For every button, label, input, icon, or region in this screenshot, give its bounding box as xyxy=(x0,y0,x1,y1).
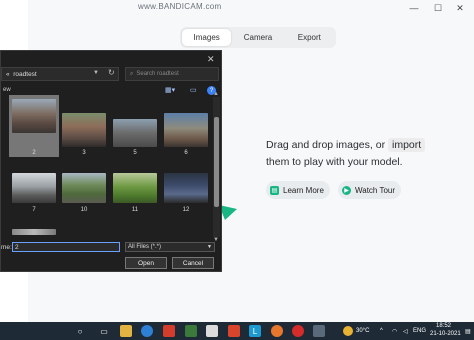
tab-camera[interactable]: Camera xyxy=(233,29,282,46)
filetype-value: All Files (*.*) xyxy=(128,244,162,250)
tab-images[interactable]: Images xyxy=(182,29,232,46)
wifi-icon[interactable]: ◠ xyxy=(392,328,397,335)
preview-pane-icon[interactable]: ▭ xyxy=(190,86,197,94)
filetype-select[interactable]: All Files (*.*) ▼ xyxy=(125,242,215,252)
thumbnail-label: 12 xyxy=(182,207,190,213)
file-explorer-icon[interactable] xyxy=(120,325,132,337)
view-options-icon[interactable]: ▦▾ xyxy=(165,86,175,94)
new-folder-label[interactable]: ew xyxy=(3,87,11,93)
notification-icon[interactable]: ▤ xyxy=(465,328,471,335)
thumbnail-image[interactable] xyxy=(12,229,56,235)
thumbnail-label: 10 xyxy=(80,207,88,213)
thumbnail-label: 6 xyxy=(184,150,188,156)
scrollbar[interactable] xyxy=(213,97,220,237)
thumbnail-image[interactable] xyxy=(113,173,157,203)
record-icon[interactable] xyxy=(292,325,304,337)
learn-more-button[interactable]: ▤ Learn More xyxy=(266,181,330,199)
thumbnail-label: 7 xyxy=(32,207,36,213)
chevron-down-icon: ▼ xyxy=(207,244,212,250)
language-indicator[interactable]: ENG xyxy=(413,328,426,334)
green-arrow-icon xyxy=(219,205,237,220)
drop-line2: them to play with your model. xyxy=(266,156,403,168)
task-view-icon[interactable]: ▭ xyxy=(98,325,110,337)
weather-icon[interactable] xyxy=(343,326,353,336)
search-icon: ⌕ xyxy=(130,70,134,77)
search-placeholder: Search roadtest xyxy=(136,71,179,77)
thumbnail-image[interactable] xyxy=(12,173,56,203)
thumbnail-image[interactable] xyxy=(62,113,106,147)
office-icon[interactable] xyxy=(228,325,240,337)
tray-chevron-icon[interactable]: ^ xyxy=(380,328,383,334)
mail-icon[interactable] xyxy=(206,325,218,337)
tab-export[interactable]: Export xyxy=(285,29,334,46)
file-open-dialog: ✕ « roadtest ▼ ↻ ⌕ Search roadtest ew ▦▾… xyxy=(0,50,222,272)
refresh-icon[interactable]: ↻ xyxy=(108,68,115,77)
thumbnail-label: 11 xyxy=(131,207,139,213)
mcafee-icon[interactable] xyxy=(163,325,175,337)
dialog-close-icon[interactable]: ✕ xyxy=(207,54,215,65)
clock-date[interactable]: 21-10-2021 xyxy=(430,331,461,337)
firefox-icon[interactable] xyxy=(271,325,283,337)
search-input[interactable]: ⌕ Search roadtest xyxy=(125,67,219,81)
clock-time[interactable]: 18:52 xyxy=(436,323,451,329)
mode-tabs: Images Camera Export xyxy=(180,27,336,48)
weather-temp[interactable]: 30°C xyxy=(356,328,369,334)
drop-line1: Drag and drop images, or xyxy=(266,139,386,151)
bandicam-watermark: www.BANDICAM.com xyxy=(138,2,222,11)
open-button[interactable]: Open xyxy=(125,257,167,269)
watch-tour-label: Watch Tour xyxy=(355,185,396,195)
active-app-icon[interactable] xyxy=(313,325,325,337)
watch-tour-button[interactable]: ▶ Watch Tour xyxy=(338,181,402,199)
chevron-down-icon[interactable]: ▼ xyxy=(93,70,99,76)
import-link[interactable]: import xyxy=(388,138,426,152)
filename-label: me: xyxy=(1,244,12,251)
scroll-up-icon[interactable]: ▲ xyxy=(213,91,219,97)
book-icon: ▤ xyxy=(270,185,279,195)
address-text: roadtest xyxy=(13,70,37,78)
thumbnail-image[interactable] xyxy=(12,99,56,133)
volume-icon[interactable]: ◁ xyxy=(403,328,408,335)
thumbnail-image[interactable] xyxy=(113,119,157,147)
thumbnail-image[interactable] xyxy=(164,113,208,147)
thumbnail-image[interactable] xyxy=(62,173,106,203)
filename-input[interactable]: 2 xyxy=(12,242,120,252)
restore-button[interactable]: ☐ xyxy=(432,3,444,14)
thumbnail-label: 5 xyxy=(133,150,137,156)
learn-more-label: Learn More xyxy=(283,185,324,195)
store-icon[interactable] xyxy=(185,325,197,337)
taskbar: ○ ▭ L 30°C ^ ◠ ◁ ENG 18:52 21-10-2021 ▤ xyxy=(0,322,474,340)
thumbnail-label: 2 xyxy=(32,150,36,156)
scrollbar-thumb[interactable] xyxy=(214,117,219,207)
thumbnail-label: 3 xyxy=(82,150,86,156)
address-bar[interactable]: « roadtest xyxy=(1,67,119,81)
play-icon: ▶ xyxy=(342,185,351,195)
search-icon[interactable]: ○ xyxy=(74,325,86,337)
app-l-icon[interactable]: L xyxy=(249,325,261,337)
close-button[interactable]: ✕ xyxy=(454,3,466,14)
drop-zone-text: Drag and drop images, or import them to … xyxy=(266,137,446,171)
address-prefix: « xyxy=(6,70,10,78)
cancel-button[interactable]: Cancel xyxy=(172,257,214,269)
edge-icon[interactable] xyxy=(141,325,153,337)
thumbnail-image[interactable] xyxy=(164,173,208,203)
minimize-button[interactable]: — xyxy=(408,3,420,13)
